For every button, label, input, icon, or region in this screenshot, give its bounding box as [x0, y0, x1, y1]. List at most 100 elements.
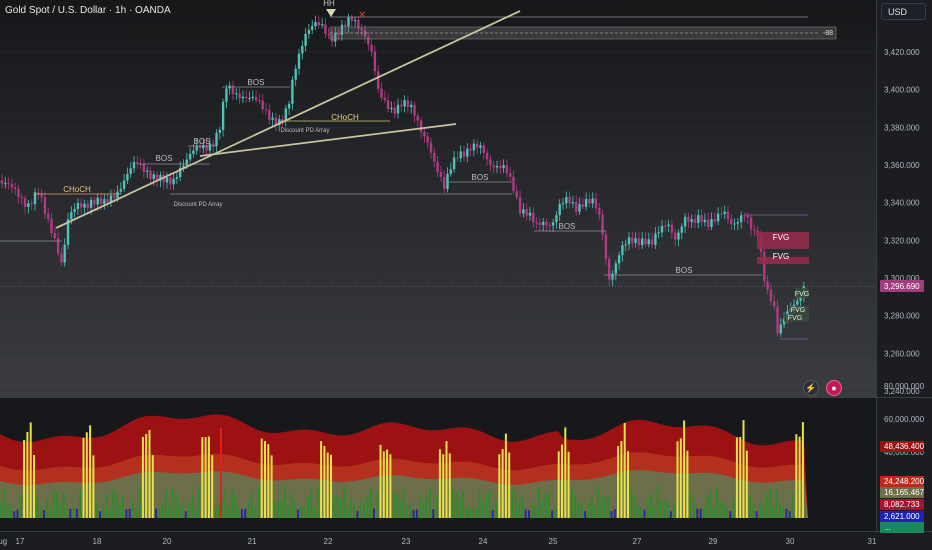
volume-bar — [699, 508, 702, 518]
candle-body — [545, 221, 548, 226]
candle-body — [70, 211, 73, 220]
volume-bar — [547, 492, 550, 518]
candle-body — [690, 219, 693, 222]
currency-button[interactable]: USD — [881, 3, 926, 20]
volume-bar — [95, 502, 98, 518]
annotation-label: HH — [323, 0, 335, 8]
volume-bar — [564, 427, 567, 518]
volume-bar — [590, 497, 593, 518]
volume-bar — [254, 507, 257, 518]
candle-body — [413, 104, 416, 116]
x-tick-label: 17 — [16, 537, 25, 546]
candle-body — [555, 215, 558, 223]
volume-bar — [198, 485, 200, 518]
candle-body — [588, 198, 591, 204]
candle-body — [63, 244, 66, 263]
volume-readout-value: ... — [884, 523, 891, 532]
candle-body — [396, 104, 400, 114]
volume-bar — [56, 491, 59, 518]
candle-body — [221, 101, 225, 130]
volume-bar — [504, 433, 507, 518]
volume-bar — [240, 508, 243, 518]
volume-bar — [79, 490, 82, 518]
lightning-icon[interactable]: ⚡ — [803, 380, 819, 396]
volume-bar — [633, 496, 636, 518]
candle-body — [459, 151, 462, 159]
candle-body — [317, 22, 320, 26]
volume-bar — [168, 506, 171, 518]
candle-body — [479, 145, 482, 148]
candle-body — [53, 233, 56, 239]
volume-bar — [689, 491, 692, 518]
volume-bar — [316, 487, 319, 518]
candle-body — [344, 24, 347, 27]
volume-bar — [155, 508, 158, 518]
volume-bar — [290, 493, 293, 518]
candle-body — [723, 211, 726, 215]
volume-bar — [389, 454, 392, 518]
candle-body — [17, 189, 20, 198]
volume-bar — [399, 499, 402, 518]
volume-bar — [62, 491, 65, 518]
volume-bar — [108, 507, 111, 518]
annotation-label: CHoCH — [331, 113, 359, 122]
candle-body — [423, 131, 426, 137]
candle-body — [591, 198, 594, 204]
candle-body — [113, 195, 116, 198]
candle-body — [509, 173, 512, 177]
alert-icon[interactable]: ● — [826, 380, 842, 396]
volume-bar — [528, 509, 530, 518]
candle-body — [380, 88, 383, 98]
annotation-label: FVG — [795, 291, 809, 298]
candle-body — [522, 209, 525, 214]
volume-bar — [636, 506, 639, 518]
candle-body — [327, 33, 330, 35]
volume-bar — [782, 507, 785, 518]
volume-bar — [3, 487, 6, 518]
candle-body — [650, 239, 654, 245]
candle-body — [99, 197, 103, 204]
candle-body — [142, 163, 146, 172]
volume-readout-value: 16,165.467 — [884, 488, 925, 497]
volume-bar — [551, 510, 554, 518]
volume-bar — [343, 485, 346, 518]
candle-body — [20, 197, 23, 199]
candle-body — [614, 263, 617, 274]
candle-body — [172, 178, 175, 185]
volume-bar — [669, 511, 672, 518]
volume-bar — [458, 500, 461, 518]
x-tick-label: Aug — [0, 537, 7, 546]
candle-body — [581, 204, 584, 207]
candle-body — [188, 153, 192, 160]
candle-body — [225, 88, 228, 102]
x-tick-label: 22 — [324, 537, 333, 546]
candle-body — [254, 96, 258, 101]
candle-body — [403, 100, 406, 107]
volume-bar — [419, 495, 422, 518]
x-tick-label: 31 — [868, 537, 877, 546]
volume-bar — [326, 452, 329, 518]
price-and-volume-chart[interactable]: 3,420.000 3,400.000 3,380.000 3,360.000 3,34… — [0, 0, 932, 550]
volume-bar — [495, 501, 497, 518]
volume-bar — [122, 496, 125, 518]
candle-body — [779, 324, 782, 334]
candle-body — [281, 119, 284, 121]
volume-bar — [132, 500, 134, 518]
volume-bar — [171, 489, 174, 518]
candle-body — [245, 96, 248, 99]
volume-bar — [336, 496, 339, 518]
volume-bar — [165, 489, 167, 518]
candle-body — [670, 224, 674, 233]
candle-body — [482, 145, 485, 153]
volume-bar — [382, 451, 385, 518]
candle-body — [40, 194, 43, 198]
volume-bar — [339, 499, 342, 518]
volume-bar — [23, 439, 26, 518]
candle-body — [469, 148, 472, 151]
candle-body — [707, 219, 710, 228]
candle-body — [733, 223, 736, 225]
candle-body — [14, 187, 17, 190]
volume-bar — [69, 508, 72, 518]
volume-bar — [118, 504, 121, 518]
volume-bar — [656, 485, 659, 518]
